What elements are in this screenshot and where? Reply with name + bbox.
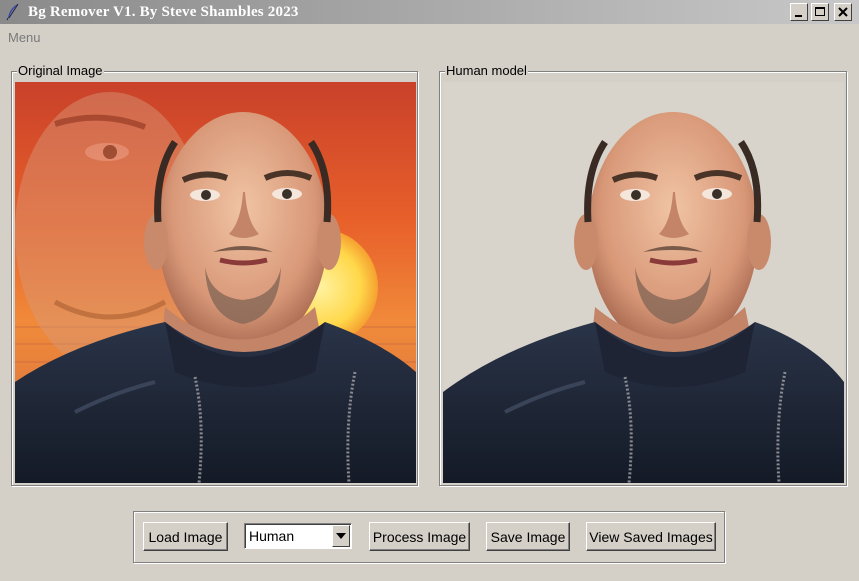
close-icon (838, 7, 848, 17)
model-select[interactable]: Human (244, 523, 352, 549)
feather-icon (4, 3, 22, 21)
maximize-icon (815, 7, 825, 16)
save-image-button[interactable]: Save Image (486, 522, 570, 551)
minimize-button[interactable] (790, 3, 808, 21)
menu-item-menu[interactable]: Menu (8, 30, 41, 45)
action-toolbar: Load Image Human Process Image Save Imag… (133, 511, 725, 563)
model-select-value: Human (249, 528, 295, 544)
close-button[interactable] (834, 3, 852, 21)
window-title: Bg Remover V1. By Steve Shambles 2023 (28, 4, 299, 20)
app-window: Bg Remover V1. By Steve Shambles 2023 Me… (0, 0, 859, 581)
processed-image (443, 82, 844, 483)
maximize-button[interactable] (811, 3, 829, 21)
chevron-down-icon (336, 533, 346, 539)
title-bar[interactable]: Bg Remover V1. By Steve Shambles 2023 (0, 0, 859, 24)
view-saved-images-button[interactable]: View Saved Images (586, 522, 716, 551)
processed-image-label: Human model (445, 63, 528, 78)
menu-bar: Menu (0, 26, 859, 48)
minimize-icon (795, 15, 802, 17)
original-image-panel: Original Image (11, 63, 418, 486)
load-image-button[interactable]: Load Image (143, 522, 228, 551)
model-select-dropdown-button[interactable] (332, 525, 350, 547)
original-image (15, 82, 416, 483)
original-image-label: Original Image (17, 63, 104, 78)
processed-image-panel: Human model (439, 63, 847, 486)
process-image-button[interactable]: Process Image (369, 522, 470, 551)
